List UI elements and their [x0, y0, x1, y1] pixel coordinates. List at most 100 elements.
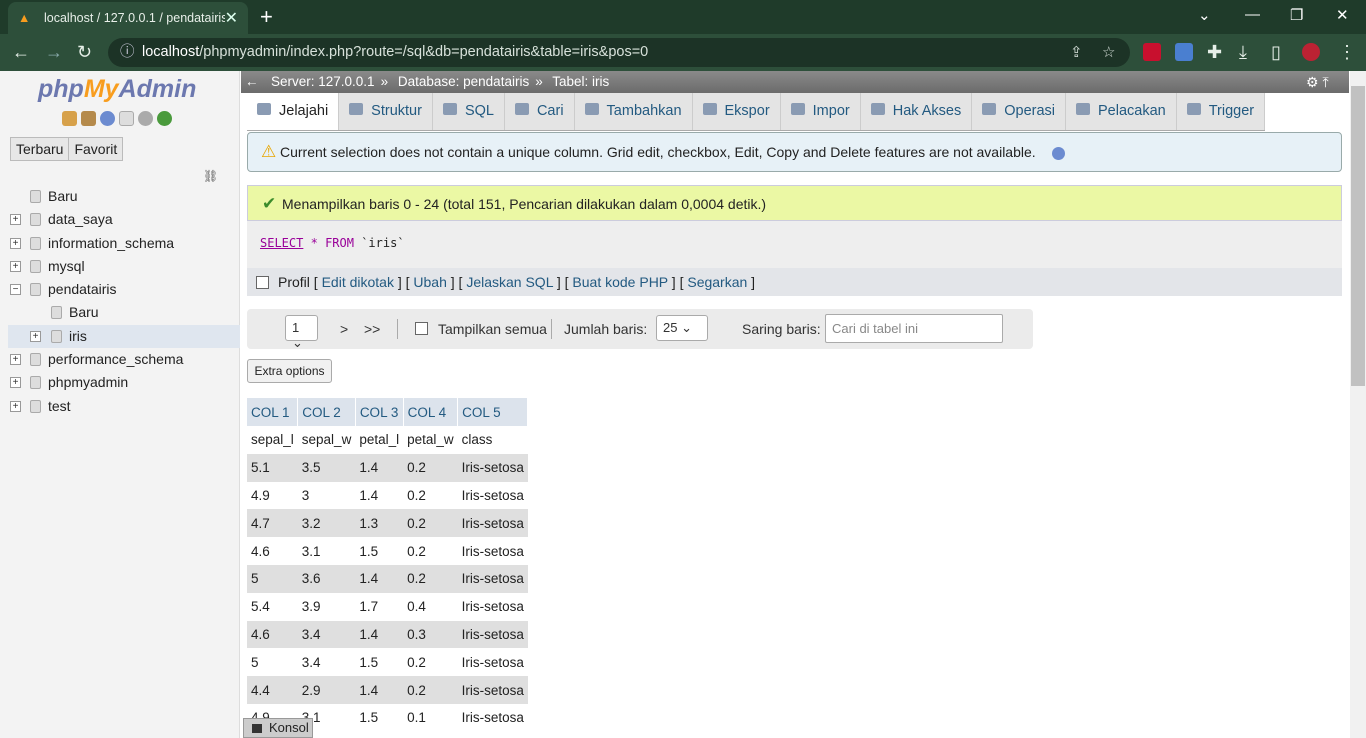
- table-cell[interactable]: 3.1: [297, 537, 356, 565]
- table-cell[interactable]: Iris-setosa: [457, 648, 528, 677]
- table-cell[interactable]: 1.4: [355, 676, 404, 704]
- tab-privileges[interactable]: Hak Akses: [861, 93, 973, 130]
- extra-options-button[interactable]: Extra options: [247, 359, 332, 383]
- tab-insert[interactable]: Tambahkan: [575, 93, 693, 130]
- table-cell[interactable]: 0.4: [403, 592, 458, 621]
- expand-icon[interactable]: +: [10, 354, 21, 366]
- tab-operations[interactable]: Operasi: [972, 93, 1067, 130]
- table-cell[interactable]: 0.2: [403, 453, 458, 482]
- forward-icon[interactable]: →: [45, 42, 63, 63]
- help-icon[interactable]: [1051, 146, 1065, 160]
- next-page-button[interactable]: >: [340, 321, 348, 337]
- phpmyadmin-logo[interactable]: phpMyAdmin: [38, 75, 196, 104]
- table-cell[interactable]: 0.2: [403, 648, 458, 677]
- expand-icon[interactable]: +: [10, 237, 21, 249]
- minimize-icon[interactable]: —: [1245, 6, 1260, 23]
- profiling-label[interactable]: Profil: [278, 274, 310, 290]
- column-header[interactable]: COL 1: [247, 398, 299, 426]
- tab-search[interactable]: Cari: [505, 93, 575, 130]
- tab-structure[interactable]: Struktur: [339, 93, 433, 130]
- expand-icon[interactable]: +: [10, 214, 21, 226]
- table-cell[interactable]: 4.6: [247, 537, 298, 565]
- link-chain-icon[interactable]: ⛓: [203, 169, 218, 183]
- table-cell[interactable]: Iris-setosa: [457, 537, 528, 565]
- close-window-icon[interactable]: ✕: [1336, 6, 1349, 24]
- breadcrumb-database[interactable]: Database: pendatairis: [398, 74, 529, 89]
- tree-item-phpmyadmin[interactable]: + phpmyadmin: [8, 371, 240, 394]
- reload-nav-icon[interactable]: [157, 111, 172, 126]
- bookmark-star-icon[interactable]: ☆: [1102, 38, 1115, 67]
- column-header[interactable]: COL 3: [355, 398, 404, 426]
- breadcrumb-server[interactable]: Server: 127.0.0.1: [271, 74, 375, 89]
- table-cell[interactable]: 0.2: [403, 537, 458, 565]
- tab-triggers[interactable]: Trigger: [1177, 93, 1266, 130]
- filter-rows-input[interactable]: Cari di tabel ini: [825, 314, 1003, 343]
- table-cell[interactable]: 1.4: [355, 620, 404, 649]
- tab-export[interactable]: Ekspor: [693, 93, 781, 130]
- table-cell[interactable]: Iris-setosa: [457, 481, 528, 510]
- tree-item-mysql[interactable]: + mysql: [8, 255, 240, 278]
- table-cell[interactable]: sepal_l: [247, 426, 298, 454]
- table-cell[interactable]: 1.4: [355, 481, 404, 510]
- home-icon[interactable]: [62, 111, 77, 126]
- show-all-checkbox[interactable]: [415, 322, 428, 335]
- profiling-checkbox[interactable]: [256, 276, 269, 289]
- table-cell[interactable]: 4.4: [247, 676, 298, 704]
- table-cell[interactable]: 4.9: [247, 481, 298, 510]
- docs-icon[interactable]: [119, 111, 134, 126]
- expand-icon[interactable]: +: [10, 377, 21, 389]
- table-cell[interactable]: 3.6: [297, 564, 356, 593]
- tree-item-performance-schema[interactable]: + performance_schema: [8, 348, 240, 371]
- table-cell[interactable]: 4.6: [247, 620, 298, 649]
- tab-tracking[interactable]: Pelacakan: [1066, 93, 1177, 130]
- favorite-tables-button[interactable]: Favorit: [68, 137, 124, 161]
- column-header[interactable]: COL 2: [297, 398, 356, 426]
- logout-icon[interactable]: [81, 111, 96, 126]
- extension-translate-icon[interactable]: [1175, 43, 1193, 61]
- sql-query-box[interactable]: SELECT * FROM `iris`: [247, 221, 1342, 268]
- tree-item-information-schema[interactable]: + information_schema: [8, 232, 240, 255]
- table-cell[interactable]: petal_w: [403, 426, 458, 454]
- expand-icon[interactable]: +: [10, 400, 21, 412]
- table-cell[interactable]: Iris-setosa: [457, 564, 528, 593]
- profile-avatar[interactable]: [1302, 43, 1320, 61]
- tree-item-pendatairis[interactable]: − pendatairis: [8, 278, 240, 301]
- table-cell[interactable]: 3.5: [297, 453, 356, 482]
- tree-item-new-table[interactable]: Baru: [8, 301, 240, 324]
- table-cell[interactable]: 3.4: [297, 648, 356, 677]
- table-cell[interactable]: class: [457, 426, 528, 454]
- tree-item-new[interactable]: Baru: [8, 185, 240, 208]
- tree-item-iris[interactable]: + iris: [8, 324, 240, 349]
- column-header[interactable]: COL 4: [403, 398, 459, 426]
- table-cell[interactable]: sepal_w: [297, 426, 356, 454]
- edit-link[interactable]: Ubah: [413, 274, 446, 290]
- create-php-code-link[interactable]: Buat kode PHP: [572, 274, 667, 290]
- share-icon[interactable]: ⇪: [1070, 38, 1083, 67]
- explain-sql-link[interactable]: Jelaskan SQL: [466, 274, 553, 290]
- collapse-arrow-icon[interactable]: ←: [245, 71, 259, 93]
- table-cell[interactable]: Iris-setosa: [457, 620, 528, 649]
- tab-import[interactable]: Impor: [781, 93, 861, 130]
- show-all-label[interactable]: Tampilkan semua: [438, 321, 547, 337]
- table-cell[interactable]: 0.2: [403, 481, 458, 510]
- table-cell[interactable]: 1.5: [355, 537, 404, 565]
- help-icon[interactable]: [100, 111, 115, 126]
- column-header[interactable]: COL 5: [457, 398, 529, 426]
- new-tab-button[interactable]: +: [260, 4, 273, 30]
- rows-count-select[interactable]: 25 ⌄: [656, 315, 708, 341]
- last-page-button[interactable]: >>: [364, 321, 380, 337]
- site-info-icon[interactable]: ⓘ: [120, 38, 135, 67]
- edit-inline-link[interactable]: Edit dikotak: [322, 274, 394, 290]
- extension-pocket-icon[interactable]: [1143, 43, 1161, 61]
- url-field[interactable]: ⓘ localhost/phpmyadmin/index.php?route=/…: [108, 38, 1130, 67]
- table-cell[interactable]: 1.4: [355, 564, 404, 593]
- table-cell[interactable]: Iris-setosa: [457, 676, 528, 704]
- table-cell[interactable]: 1.3: [355, 509, 404, 538]
- restore-icon[interactable]: ❐: [1290, 6, 1303, 24]
- tab-sql[interactable]: SQL: [433, 93, 505, 130]
- table-cell[interactable]: 3.4: [297, 620, 356, 649]
- breadcrumb-table[interactable]: Tabel: iris: [552, 74, 609, 89]
- browser-tab[interactable]: ▲ localhost / 127.0.0.1 / pendatairis ✕: [8, 2, 248, 34]
- side-panel-icon[interactable]: ▯: [1271, 42, 1281, 63]
- close-tab-icon[interactable]: ✕: [225, 8, 238, 28]
